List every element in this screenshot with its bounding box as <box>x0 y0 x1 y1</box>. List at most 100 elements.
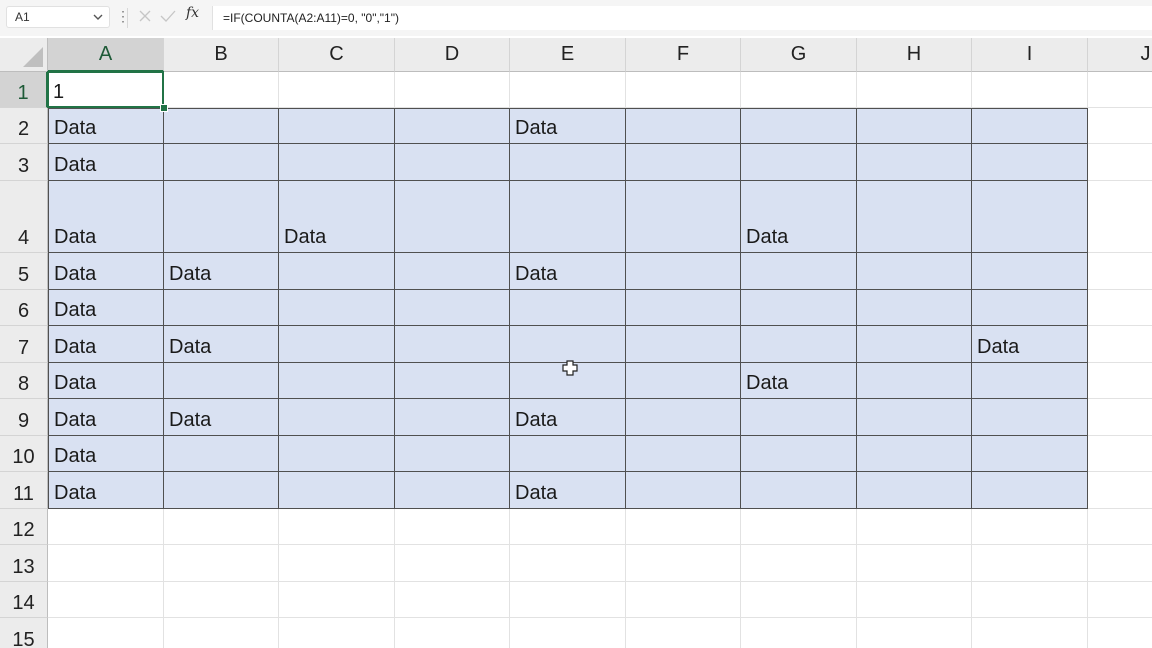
cell-c15[interactable] <box>279 618 395 648</box>
cell-g8[interactable]: Data <box>741 363 857 399</box>
cell-b14[interactable] <box>164 582 279 618</box>
cell-j5[interactable] <box>1088 253 1152 290</box>
cell-j12[interactable] <box>1088 509 1152 545</box>
cell-i1[interactable] <box>972 72 1088 108</box>
cell-f7[interactable] <box>626 326 741 363</box>
column-header-b[interactable]: B <box>164 38 279 72</box>
cell-d1[interactable] <box>395 72 510 108</box>
cell-b8[interactable] <box>164 363 279 399</box>
cell-h4[interactable] <box>857 181 972 253</box>
row-header-6[interactable]: 6 <box>0 290 48 326</box>
cell-b4[interactable] <box>164 181 279 253</box>
cell-g5[interactable] <box>741 253 857 290</box>
cell-j2[interactable] <box>1088 108 1152 144</box>
cell-e14[interactable] <box>510 582 626 618</box>
cell-f10[interactable] <box>626 436 741 472</box>
row-header-12[interactable]: 12 <box>0 509 48 545</box>
cell-g7[interactable] <box>741 326 857 363</box>
cell-g9[interactable] <box>741 399 857 436</box>
cell-e4[interactable] <box>510 181 626 253</box>
cell-a7[interactable]: Data <box>48 326 164 363</box>
cell-d7[interactable] <box>395 326 510 363</box>
cell-f8[interactable] <box>626 363 741 399</box>
cell-f9[interactable] <box>626 399 741 436</box>
fill-handle[interactable] <box>160 104 168 112</box>
cell-g6[interactable] <box>741 290 857 326</box>
cell-e5[interactable]: Data <box>510 253 626 290</box>
cell-j7[interactable] <box>1088 326 1152 363</box>
cell-g10[interactable] <box>741 436 857 472</box>
cell-c12[interactable] <box>279 509 395 545</box>
cell-f1[interactable] <box>626 72 741 108</box>
cell-d14[interactable] <box>395 582 510 618</box>
cell-a5[interactable]: Data <box>48 253 164 290</box>
cell-e1[interactable] <box>510 72 626 108</box>
cell-c1[interactable] <box>279 72 395 108</box>
row-header-4[interactable]: 4 <box>0 181 48 253</box>
cell-b12[interactable] <box>164 509 279 545</box>
cell-h15[interactable] <box>857 618 972 648</box>
cell-g2[interactable] <box>741 108 857 144</box>
cell-e3[interactable] <box>510 144 626 181</box>
row-header-8[interactable]: 8 <box>0 363 48 399</box>
row-header-14[interactable]: 14 <box>0 582 48 618</box>
cell-i3[interactable] <box>972 144 1088 181</box>
cell-i10[interactable] <box>972 436 1088 472</box>
cell-h14[interactable] <box>857 582 972 618</box>
cell-g15[interactable] <box>741 618 857 648</box>
cell-g14[interactable] <box>741 582 857 618</box>
cell-b6[interactable] <box>164 290 279 326</box>
cell-f3[interactable] <box>626 144 741 181</box>
cell-h11[interactable] <box>857 472 972 509</box>
cell-d13[interactable] <box>395 545 510 582</box>
cell-c11[interactable] <box>279 472 395 509</box>
row-header-9[interactable]: 9 <box>0 399 48 436</box>
cell-j15[interactable] <box>1088 618 1152 648</box>
cell-f4[interactable] <box>626 181 741 253</box>
cell-b1[interactable] <box>164 72 279 108</box>
cell-c2[interactable] <box>279 108 395 144</box>
cell-i4[interactable] <box>972 181 1088 253</box>
cell-g4[interactable]: Data <box>741 181 857 253</box>
cell-a14[interactable] <box>48 582 164 618</box>
cell-j13[interactable] <box>1088 545 1152 582</box>
cell-c7[interactable] <box>279 326 395 363</box>
cell-a15[interactable] <box>48 618 164 648</box>
cell-h9[interactable] <box>857 399 972 436</box>
cell-i13[interactable] <box>972 545 1088 582</box>
cancel-icon[interactable] <box>138 9 152 23</box>
cell-a1[interactable]: 1 <box>48 72 164 108</box>
cell-h6[interactable] <box>857 290 972 326</box>
row-header-7[interactable]: 7 <box>0 326 48 363</box>
row-header-15[interactable]: 15 <box>0 618 48 648</box>
column-header-f[interactable]: F <box>626 38 741 72</box>
cell-e15[interactable] <box>510 618 626 648</box>
cell-d6[interactable] <box>395 290 510 326</box>
select-all-button[interactable] <box>0 38 48 72</box>
cell-b9[interactable]: Data <box>164 399 279 436</box>
cell-g11[interactable] <box>741 472 857 509</box>
cell-j14[interactable] <box>1088 582 1152 618</box>
cell-d4[interactable] <box>395 181 510 253</box>
cell-i12[interactable] <box>972 509 1088 545</box>
row-header-11[interactable]: 11 <box>0 472 48 509</box>
cell-h13[interactable] <box>857 545 972 582</box>
cell-d12[interactable] <box>395 509 510 545</box>
cell-b15[interactable] <box>164 618 279 648</box>
column-header-i[interactable]: I <box>972 38 1088 72</box>
column-header-c[interactable]: C <box>279 38 395 72</box>
cell-a13[interactable] <box>48 545 164 582</box>
cell-h7[interactable] <box>857 326 972 363</box>
cell-i9[interactable] <box>972 399 1088 436</box>
formula-input[interactable]: =IF(COUNTA(A2:A11)=0, "0","1") <box>212 6 1152 30</box>
cell-e2[interactable]: Data <box>510 108 626 144</box>
cell-d9[interactable] <box>395 399 510 436</box>
cell-j4[interactable] <box>1088 181 1152 253</box>
cell-b13[interactable] <box>164 545 279 582</box>
cell-i14[interactable] <box>972 582 1088 618</box>
cell-e7[interactable] <box>510 326 626 363</box>
cell-h5[interactable] <box>857 253 972 290</box>
row-header-3[interactable]: 3 <box>0 144 48 181</box>
column-header-g[interactable]: G <box>741 38 857 72</box>
cell-d11[interactable] <box>395 472 510 509</box>
